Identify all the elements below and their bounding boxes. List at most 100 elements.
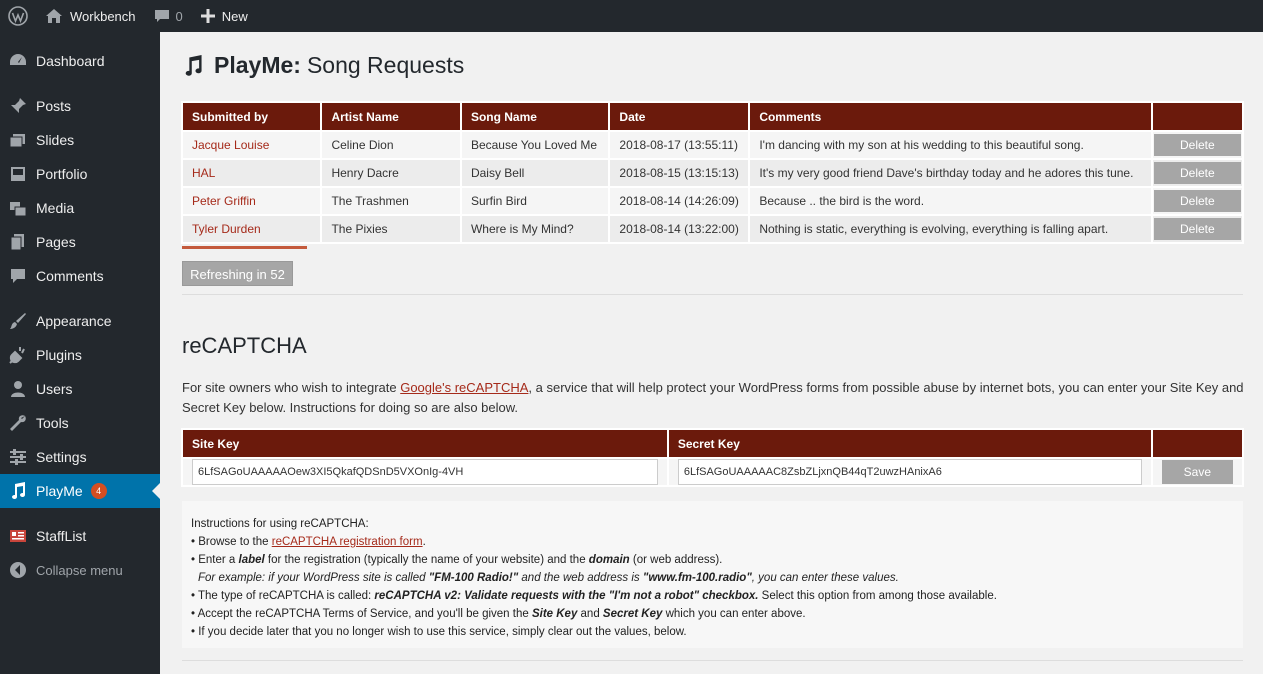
date-cell: 2018-08-15 (13:15:13) [610,160,749,186]
sidebar-item-label: Tools [36,415,69,431]
recaptcha-instructions: Instructions for using reCAPTCHA: • Brow… [182,501,1243,648]
sidebar-item-settings[interactable]: Settings [0,440,160,474]
sidebar-item-playme[interactable]: PlayMe 4 [0,474,160,508]
sidebar-item-users[interactable]: Users [0,372,160,406]
pin-icon [9,97,27,115]
column-header: Submitted by [183,103,321,130]
sidebar-item-dashboard[interactable]: Dashboard [0,44,160,78]
artist-cell: Henry Dacre [322,160,460,186]
recaptcha-heading: reCAPTCHA [182,333,307,358]
sidebar-item-label: Portfolio [36,166,88,182]
artist-cell: The Pixies [322,216,460,242]
instruction-line: • Enter a label for the registration (ty… [191,554,723,566]
instruction-line: • The type of reCAPTCHA is called: reCAP… [191,590,997,602]
submitter-link[interactable]: HAL [192,166,215,180]
instructions-heading: Instructions for using reCAPTCHA: [191,518,369,530]
table-row: Peter Griffin The Trashmen Surfin Bird 2… [183,188,1242,214]
sidebar-item-portfolio[interactable]: Portfolio [0,157,160,191]
sidebar-item-slides[interactable]: Slides [0,123,160,157]
column-header: Song Name [461,103,609,130]
sidebar-item-appearance[interactable]: Appearance [0,304,160,338]
comment-cell: Nothing is static, everything is evolvin… [750,216,1151,242]
sidebar-item-label: Media [36,200,75,216]
home-icon [46,9,62,23]
instruction-example: For example: if your WordPress site is c… [198,572,899,584]
site-key-input[interactable]: 6LfSAGoUAAAAAOew3XI5QkafQDSnD5VXOnIg-4VH [192,459,658,485]
sidebar-item-label: Users [36,381,73,397]
wordpress-logo-button[interactable] [0,0,36,32]
dashboard-icon [9,52,27,70]
song-cell: Surfin Bird [461,188,609,214]
sidebar-item-label: Pages [36,234,76,250]
sidebar-item-label: PlayMe [36,483,83,499]
music-note-icon [182,54,204,77]
date-cell: 2018-08-14 (13:22:00) [610,216,749,242]
column-header: Comments [750,103,1151,130]
sidebar-item-label: Plugins [36,347,82,363]
new-content-link[interactable]: New [192,0,257,32]
wrench-icon [9,414,27,432]
sidebar-item-tools[interactable]: Tools [0,406,160,440]
song-cell: Because You Loved Me [461,132,609,158]
site-key-header: Site Key [183,430,667,457]
delete-button[interactable]: Delete [1153,218,1241,240]
plug-icon [9,346,27,364]
submitter-link[interactable]: Tyler Durden [192,222,261,236]
song-requests-table: Submitted by Artist Name Song Name Date … [181,101,1244,244]
sidebar-item-media[interactable]: Media [0,191,160,225]
page-title-text: Song Requests [306,52,465,78]
comments-count: 0 [175,8,183,24]
sidebar-item-pages[interactable]: Pages [0,225,160,259]
sidebar-item-stafflist[interactable]: StaffList [0,519,160,553]
column-header-actions [1152,103,1242,130]
instruction-line: • Browse to the reCAPTCHA registration f… [191,536,426,548]
comment-cell: It's my very good friend Dave's birthday… [750,160,1151,186]
instruction-line: • If you decide later that you no longer… [191,626,687,638]
sidebar-item-label: Collapse menu [36,562,123,578]
google-recaptcha-link[interactable]: Google's reCAPTCHA [400,380,528,395]
submitter-link[interactable]: Peter Griffin [192,194,256,208]
sidebar-item-plugins[interactable]: Plugins [0,338,160,372]
artist-cell: Celine Dion [322,132,460,158]
music-note-icon [9,482,27,500]
recaptcha-registration-link[interactable]: reCAPTCHA registration form [272,536,423,548]
comments-link[interactable]: 0 [145,0,192,32]
media-icon [9,199,27,217]
main-content: PlayMe: Song Requests Submitted by Artis… [160,32,1263,674]
sidebar-item-label: Appearance [36,313,112,329]
table-row: Tyler Durden The Pixies Where is My Mind… [183,216,1242,242]
plus-icon [200,9,215,23]
comment-bubble-icon [154,10,169,22]
refresh-button[interactable]: Refreshing in 52 [182,261,293,286]
divider [182,660,1243,661]
page-title-plugin: PlayMe: [214,52,301,78]
column-header-actions [1152,430,1242,457]
sidebar-item-label: Settings [36,449,87,465]
date-cell: 2018-08-14 (14:26:09) [610,188,749,214]
delete-button[interactable]: Delete [1153,134,1241,156]
column-header: Artist Name [322,103,460,130]
save-button[interactable]: Save [1161,460,1233,484]
secret-key-header: Secret Key [668,430,1151,457]
comment-cell: Because .. the bird is the word. [750,188,1151,214]
divider [182,294,1243,295]
desc-text: For site owners who wish to integrate [182,380,401,395]
sidebar-item-comments[interactable]: Comments [0,259,160,293]
comment-icon [9,267,27,285]
sidebar-item-label: Comments [36,268,104,284]
submitter-link[interactable]: Jacque Louise [192,138,269,152]
sidebar-item-label: Slides [36,132,75,148]
delete-button[interactable]: Delete [1153,190,1241,212]
recaptcha-description: For site owners who wish to integrate Go… [182,378,1244,418]
admin-bar: Workbench 0 New [0,0,1263,32]
site-name-link[interactable]: Workbench [36,0,145,32]
collapse-menu-button[interactable]: Collapse menu [0,553,160,587]
sidebar-item-posts[interactable]: Posts [0,89,160,123]
new-label: New [221,8,248,24]
collapse-icon [9,561,27,579]
secret-key-input[interactable]: 6LfSAGoUAAAAAC8ZsbZLjxnQB44qT2uwzHAnixA6 [677,459,1142,485]
delete-button[interactable]: Delete [1153,162,1241,184]
user-icon [9,380,27,398]
stafflist-icon [9,527,27,545]
recaptcha-keys-table: Site Key Secret Key 6LfSAGoUAAAAAOew3XI5… [181,428,1244,487]
